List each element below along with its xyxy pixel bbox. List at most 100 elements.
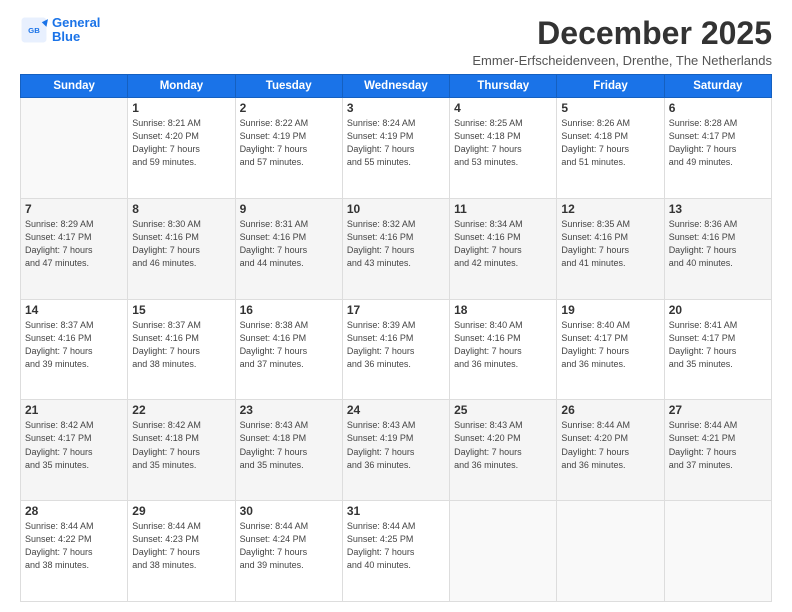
calendar-day-cell <box>664 501 771 602</box>
day-number: 13 <box>669 202 767 216</box>
day-number: 5 <box>561 101 659 115</box>
day-info: Sunrise: 8:43 AM Sunset: 4:20 PM Dayligh… <box>454 419 552 471</box>
day-number: 4 <box>454 101 552 115</box>
day-info: Sunrise: 8:44 AM Sunset: 4:23 PM Dayligh… <box>132 520 230 572</box>
calendar-day-cell: 14Sunrise: 8:37 AM Sunset: 4:16 PM Dayli… <box>21 299 128 400</box>
day-info: Sunrise: 8:43 AM Sunset: 4:19 PM Dayligh… <box>347 419 445 471</box>
day-number: 1 <box>132 101 230 115</box>
day-info: Sunrise: 8:24 AM Sunset: 4:19 PM Dayligh… <box>347 117 445 169</box>
calendar-day-cell: 16Sunrise: 8:38 AM Sunset: 4:16 PM Dayli… <box>235 299 342 400</box>
day-number: 14 <box>25 303 123 317</box>
day-info: Sunrise: 8:44 AM Sunset: 4:20 PM Dayligh… <box>561 419 659 471</box>
day-number: 31 <box>347 504 445 518</box>
day-info: Sunrise: 8:32 AM Sunset: 4:16 PM Dayligh… <box>347 218 445 270</box>
day-number: 10 <box>347 202 445 216</box>
calendar-week-row: 21 Sunrise: 8:42 AM Sunset: 4:17 PM Dayli… <box>21 400 772 501</box>
day-number: 21 <box>25 403 123 417</box>
day-info: Sunrise: 8:37 AM Sunset: 4:16 PM Dayligh… <box>132 319 230 371</box>
calendar-day-cell: 13 Sunrise: 8:36 AM Sunset: 4:16 PM Dayli… <box>664 198 771 299</box>
day-info: Sunrise: 8:44 AM Sunset: 4:21 PM Dayligh… <box>669 419 767 471</box>
logo-text-blue: Blue <box>52 30 100 44</box>
day-info: Sunrise: 8:44 AM Sunset: 4:25 PM Dayligh… <box>347 520 445 572</box>
calendar-week-row: 28Sunrise: 8:44 AM Sunset: 4:22 PM Dayli… <box>21 501 772 602</box>
day-info: Sunrise: 8:26 AM Sunset: 4:18 PM Dayligh… <box>561 117 659 169</box>
day-info: Sunrise: 8:25 AM Sunset: 4:18 PM Dayligh… <box>454 117 552 169</box>
day-number: 8 <box>132 202 230 216</box>
header-monday: Monday <box>128 75 235 98</box>
day-number: 26 <box>561 403 659 417</box>
day-number: 20 <box>669 303 767 317</box>
svg-text:GB: GB <box>28 26 40 35</box>
header-sunday: Sunday <box>21 75 128 98</box>
calendar-day-cell: 7Sunrise: 8:29 AM Sunset: 4:17 PM Daylig… <box>21 198 128 299</box>
calendar-day-cell: 23 Sunrise: 8:43 AM Sunset: 4:18 PM Dayli… <box>235 400 342 501</box>
day-number: 16 <box>240 303 338 317</box>
calendar-day-cell: 5 Sunrise: 8:26 AM Sunset: 4:18 PM Daylig… <box>557 98 664 199</box>
day-info: Sunrise: 8:36 AM Sunset: 4:16 PM Dayligh… <box>669 218 767 270</box>
day-info: Sunrise: 8:39 AM Sunset: 4:16 PM Dayligh… <box>347 319 445 371</box>
calendar-day-cell: 6 Sunrise: 8:28 AM Sunset: 4:17 PM Daylig… <box>664 98 771 199</box>
calendar-day-cell: 26 Sunrise: 8:44 AM Sunset: 4:20 PM Dayli… <box>557 400 664 501</box>
day-number: 9 <box>240 202 338 216</box>
calendar-day-cell: 31 Sunrise: 8:44 AM Sunset: 4:25 PM Dayli… <box>342 501 449 602</box>
calendar-day-cell: 18Sunrise: 8:40 AM Sunset: 4:16 PM Dayli… <box>450 299 557 400</box>
day-number: 19 <box>561 303 659 317</box>
day-number: 29 <box>132 504 230 518</box>
calendar-day-cell: 1 Sunrise: 8:21 AM Sunset: 4:20 PM Daylig… <box>128 98 235 199</box>
calendar-day-cell: 28Sunrise: 8:44 AM Sunset: 4:22 PM Dayli… <box>21 501 128 602</box>
calendar-day-cell: 3Sunrise: 8:24 AM Sunset: 4:19 PM Daylig… <box>342 98 449 199</box>
header-wednesday: Wednesday <box>342 75 449 98</box>
calendar-day-cell: 2Sunrise: 8:22 AM Sunset: 4:19 PM Daylig… <box>235 98 342 199</box>
day-info: Sunrise: 8:43 AM Sunset: 4:18 PM Dayligh… <box>240 419 338 471</box>
calendar-table: Sunday Monday Tuesday Wednesday Thursday… <box>20 74 772 602</box>
day-number: 23 <box>240 403 338 417</box>
day-number: 6 <box>669 101 767 115</box>
day-number: 11 <box>454 202 552 216</box>
day-info: Sunrise: 8:28 AM Sunset: 4:17 PM Dayligh… <box>669 117 767 169</box>
header: GB General Blue December 2025 Emmer-Erfs… <box>20 16 772 68</box>
calendar-day-cell: 22Sunrise: 8:42 AM Sunset: 4:18 PM Dayli… <box>128 400 235 501</box>
logo-icon: GB <box>20 16 48 44</box>
page: GB General Blue December 2025 Emmer-Erfs… <box>0 0 792 612</box>
calendar-day-cell <box>557 501 664 602</box>
subtitle: Emmer-Erfscheidenveen, Drenthe, The Neth… <box>472 53 772 68</box>
calendar-day-cell: 17Sunrise: 8:39 AM Sunset: 4:16 PM Dayli… <box>342 299 449 400</box>
day-number: 27 <box>669 403 767 417</box>
day-number: 7 <box>25 202 123 216</box>
calendar-day-cell <box>450 501 557 602</box>
calendar-day-cell: 10 Sunrise: 8:32 AM Sunset: 4:16 PM Dayli… <box>342 198 449 299</box>
calendar-week-row: 1 Sunrise: 8:21 AM Sunset: 4:20 PM Daylig… <box>21 98 772 199</box>
calendar-day-cell: 19 Sunrise: 8:40 AM Sunset: 4:17 PM Dayli… <box>557 299 664 400</box>
day-info: Sunrise: 8:41 AM Sunset: 4:17 PM Dayligh… <box>669 319 767 371</box>
day-info: Sunrise: 8:31 AM Sunset: 4:16 PM Dayligh… <box>240 218 338 270</box>
calendar-day-cell: 27 Sunrise: 8:44 AM Sunset: 4:21 PM Dayli… <box>664 400 771 501</box>
logo-text-general: General <box>52 16 100 30</box>
month-title: December 2025 <box>472 16 772 51</box>
day-info: Sunrise: 8:42 AM Sunset: 4:17 PM Dayligh… <box>25 419 123 471</box>
day-number: 24 <box>347 403 445 417</box>
calendar-day-cell: 9 Sunrise: 8:31 AM Sunset: 4:16 PM Daylig… <box>235 198 342 299</box>
day-number: 15 <box>132 303 230 317</box>
calendar-day-cell: 4 Sunrise: 8:25 AM Sunset: 4:18 PM Daylig… <box>450 98 557 199</box>
calendar-day-cell: 12Sunrise: 8:35 AM Sunset: 4:16 PM Dayli… <box>557 198 664 299</box>
header-friday: Friday <box>557 75 664 98</box>
header-thursday: Thursday <box>450 75 557 98</box>
calendar-day-cell: 20 Sunrise: 8:41 AM Sunset: 4:17 PM Dayli… <box>664 299 771 400</box>
calendar-day-cell: 30Sunrise: 8:44 AM Sunset: 4:24 PM Dayli… <box>235 501 342 602</box>
calendar-week-row: 14 Sunrise: 8:37 AM Sunset: 4:16 PM Dayli… <box>21 299 772 400</box>
day-number: 30 <box>240 504 338 518</box>
day-info: Sunrise: 8:22 AM Sunset: 4:19 PM Dayligh… <box>240 117 338 169</box>
calendar-day-cell: 8 Sunrise: 8:30 AM Sunset: 4:16 PM Daylig… <box>128 198 235 299</box>
day-number: 18 <box>454 303 552 317</box>
day-info: Sunrise: 8:21 AM Sunset: 4:20 PM Dayligh… <box>132 117 230 169</box>
title-block: December 2025 Emmer-Erfscheidenveen, Dre… <box>472 16 772 68</box>
day-info: Sunrise: 8:40 AM Sunset: 4:17 PM Dayligh… <box>561 319 659 371</box>
day-number: 25 <box>454 403 552 417</box>
day-info: Sunrise: 8:30 AM Sunset: 4:16 PM Dayligh… <box>132 218 230 270</box>
calendar-week-row: 7Sunrise: 8:29 AM Sunset: 4:17 PM Daylig… <box>21 198 772 299</box>
calendar-day-cell: 21 Sunrise: 8:42 AM Sunset: 4:17 PM Dayli… <box>21 400 128 501</box>
day-info: Sunrise: 8:34 AM Sunset: 4:16 PM Dayligh… <box>454 218 552 270</box>
day-number: 22 <box>132 403 230 417</box>
day-number: 28 <box>25 504 123 518</box>
calendar-day-cell: 24 Sunrise: 8:43 AM Sunset: 4:19 PM Dayli… <box>342 400 449 501</box>
